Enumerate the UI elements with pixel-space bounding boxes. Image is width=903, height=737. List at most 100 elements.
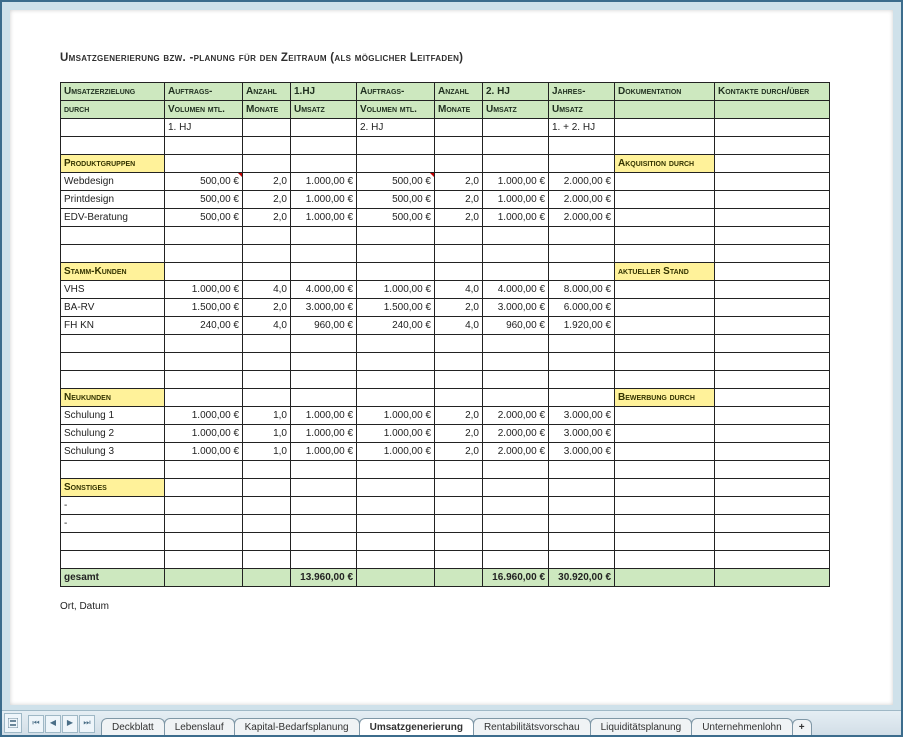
cell[interactable] [615, 299, 715, 317]
cell[interactable]: 1,0 [243, 443, 291, 461]
cell[interactable] [165, 479, 243, 497]
cell[interactable] [291, 515, 357, 533]
cell[interactable] [435, 533, 483, 551]
cell[interactable] [615, 227, 715, 245]
cell[interactable] [615, 425, 715, 443]
cell[interactable] [615, 407, 715, 425]
cell[interactable]: 500,00 € [165, 173, 243, 191]
cell[interactable] [715, 209, 830, 227]
cell[interactable] [165, 461, 243, 479]
cell[interactable]: 4,0 [243, 281, 291, 299]
cell[interactable] [61, 551, 165, 569]
cell[interactable] [243, 353, 291, 371]
tab-liquiditaet[interactable]: Liquiditätsplanung [590, 718, 693, 735]
nav-last-icon[interactable]: ⏭ [79, 715, 95, 733]
cell[interactable]: 1,0 [243, 407, 291, 425]
cell[interactable] [165, 227, 243, 245]
cell[interactable] [243, 335, 291, 353]
cell[interactable]: 2,0 [243, 191, 291, 209]
cell[interactable] [715, 479, 830, 497]
cell[interactable]: 1,0 [243, 425, 291, 443]
cell[interactable]: 4,0 [435, 281, 483, 299]
cell[interactable]: 2,0 [435, 209, 483, 227]
cell[interactable] [243, 371, 291, 389]
cell[interactable]: 1. HJ [165, 119, 243, 137]
cell[interactable] [61, 353, 165, 371]
cell[interactable] [61, 245, 165, 263]
cell[interactable] [549, 155, 615, 173]
cell[interactable] [715, 353, 830, 371]
cell[interactable] [549, 245, 615, 263]
cell[interactable]: 2,0 [435, 443, 483, 461]
cell[interactable] [435, 155, 483, 173]
cell[interactable]: 3.000,00 € [549, 407, 615, 425]
nav-next-icon[interactable]: ▶ [62, 715, 78, 733]
cell[interactable] [715, 227, 830, 245]
cell[interactable] [291, 551, 357, 569]
cell[interactable]: 3.000,00 € [549, 443, 615, 461]
cell[interactable]: 4,0 [243, 317, 291, 335]
cell[interactable] [615, 533, 715, 551]
cell[interactable] [715, 335, 830, 353]
cell[interactable]: 1.000,00 € [165, 281, 243, 299]
cell[interactable] [483, 245, 549, 263]
cell[interactable] [243, 479, 291, 497]
cell[interactable] [61, 371, 165, 389]
cell[interactable] [483, 137, 549, 155]
cell[interactable] [483, 263, 549, 281]
cell[interactable] [357, 389, 435, 407]
cell[interactable] [483, 155, 549, 173]
cell[interactable]: 2.000,00 € [483, 425, 549, 443]
cell[interactable] [715, 281, 830, 299]
cell[interactable]: 1.000,00 € [165, 443, 243, 461]
cell[interactable]: 960,00 € [483, 317, 549, 335]
cell[interactable] [165, 551, 243, 569]
cell[interactable] [715, 497, 830, 515]
cell[interactable] [549, 371, 615, 389]
cell[interactable] [615, 371, 715, 389]
cell[interactable]: 1.000,00 € [291, 173, 357, 191]
cell[interactable] [165, 371, 243, 389]
cell[interactable]: 1.000,00 € [165, 407, 243, 425]
cell[interactable]: 2.000,00 € [549, 173, 615, 191]
cell[interactable]: 1.000,00 € [291, 443, 357, 461]
row-name[interactable]: - [61, 515, 165, 533]
cell[interactable] [291, 353, 357, 371]
cell[interactable] [243, 551, 291, 569]
row-name[interactable]: EDV-Beratung [61, 209, 165, 227]
cell[interactable] [483, 461, 549, 479]
cell[interactable] [357, 533, 435, 551]
cell[interactable] [715, 461, 830, 479]
cell[interactable] [291, 335, 357, 353]
cell[interactable] [615, 353, 715, 371]
row-name[interactable]: Schulung 1 [61, 407, 165, 425]
cell[interactable] [243, 515, 291, 533]
cell[interactable] [165, 533, 243, 551]
cell[interactable]: 2,0 [435, 425, 483, 443]
cell[interactable] [243, 155, 291, 173]
tab-lebenslauf[interactable]: Lebenslauf [164, 718, 235, 735]
cell[interactable] [243, 389, 291, 407]
cell[interactable] [615, 515, 715, 533]
cell[interactable] [715, 551, 830, 569]
cell[interactable] [291, 497, 357, 515]
cell[interactable]: 240,00 € [165, 317, 243, 335]
cell[interactable]: 2.000,00 € [483, 407, 549, 425]
cell[interactable] [357, 353, 435, 371]
cell[interactable] [615, 281, 715, 299]
row-name[interactable]: Schulung 3 [61, 443, 165, 461]
tab-kapital[interactable]: Kapital-Bedarfsplanung [234, 718, 360, 735]
cell[interactable] [61, 137, 165, 155]
cell[interactable] [435, 551, 483, 569]
cell[interactable] [615, 245, 715, 263]
cell[interactable] [615, 173, 715, 191]
cell[interactable] [715, 425, 830, 443]
cell[interactable] [549, 227, 615, 245]
cell[interactable]: 1.000,00 € [357, 443, 435, 461]
cell[interactable] [435, 227, 483, 245]
cell[interactable]: 6.000,00 € [549, 299, 615, 317]
cell[interactable]: 1.000,00 € [357, 407, 435, 425]
tab-deckblatt[interactable]: Deckblatt [101, 718, 165, 735]
cell[interactable] [357, 245, 435, 263]
cell[interactable] [435, 515, 483, 533]
